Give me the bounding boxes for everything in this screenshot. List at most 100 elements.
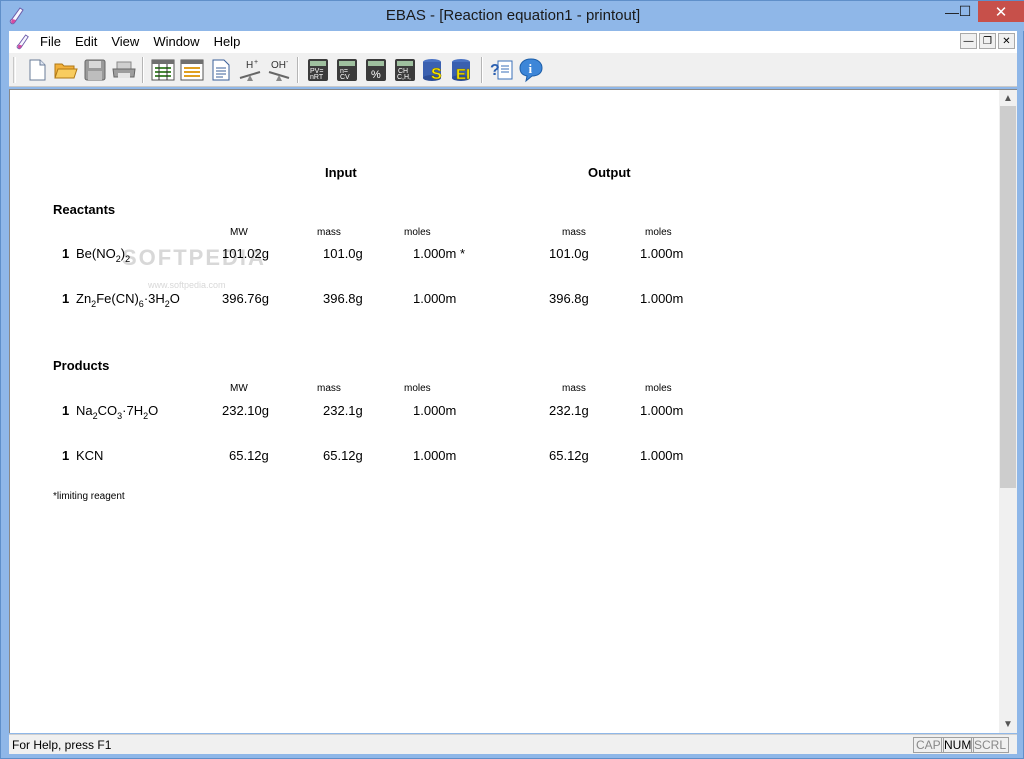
toolbar-separator: [481, 56, 483, 83]
svg-text:%: %: [371, 69, 381, 81]
mass-header: mass: [317, 383, 341, 394]
close-button[interactable]: ✕: [978, 1, 1024, 22]
menu-window[interactable]: Window: [146, 31, 206, 53]
svg-text:?: ?: [490, 62, 500, 79]
product-1-mw: 232.10g: [222, 403, 269, 418]
menu-file[interactable]: File: [33, 31, 68, 53]
output-mass-header: mass: [562, 383, 586, 394]
mass-header: mass: [317, 227, 341, 238]
mdi-restore-button[interactable]: ❐: [979, 33, 996, 49]
window-title: EBAS - [Reaction equation1 - printout]: [385, 7, 641, 24]
reactant-1-mw: 101.02g: [222, 246, 269, 261]
svg-text:C,H,: C,H,: [397, 74, 411, 81]
pv-nrt-icon[interactable]: PV= nRT: [303, 55, 332, 85]
mdi-close-button[interactable]: ✕: [998, 33, 1015, 49]
svg-text:OH: OH: [271, 60, 286, 71]
menu-bar: File Edit View Window Help — ❐ ✕: [9, 31, 1017, 53]
maximize-button[interactable]: ☐: [952, 1, 978, 22]
product-2-output-moles: 1.000m: [640, 448, 684, 463]
status-bar: For Help, press F1 CAP NUM SCRL: [9, 734, 1017, 754]
info-icon[interactable]: i: [516, 55, 545, 85]
product-2-moles: 1.000m: [413, 448, 457, 463]
reactant-1-output-moles: 1.000m: [640, 246, 684, 261]
toolbar-separator: [142, 56, 144, 83]
open-icon[interactable]: [51, 55, 80, 85]
output-mass-header: mass: [562, 227, 586, 238]
svg-text:nRT: nRT: [310, 74, 324, 81]
svg-text:EI: EI: [456, 66, 470, 83]
reactant-1-mass: 101.0g: [323, 246, 363, 261]
product-1-output-mass: 232.1g: [549, 403, 589, 418]
mdi-minimize-button[interactable]: —: [960, 33, 977, 49]
chn-icon[interactable]: CH C,H,: [390, 55, 419, 85]
products-section-title: Products: [53, 358, 110, 373]
reactant-2-output-mass: 396.8g: [549, 291, 589, 306]
caps-lock-indicator: CAP: [913, 737, 944, 753]
reactant-2-mw: 396.76g: [222, 291, 269, 306]
printout-view[interactable]: SOFTPEDIA www.softpedia.com Input Output…: [9, 89, 999, 733]
menu-help[interactable]: Help: [207, 31, 248, 53]
menu-edit[interactable]: Edit: [68, 31, 104, 53]
h-plus-balance-icon[interactable]: H +: [235, 55, 264, 85]
limiting-reagent-footnote: *limiting reagent: [53, 491, 125, 502]
toolbar: H + OH - PV= nRT n= CV % CH C,H, S EI ? i: [9, 53, 1017, 87]
svg-text:S: S: [431, 66, 442, 83]
svg-text:CV: CV: [340, 74, 350, 81]
document-system-menu-icon[interactable]: [13, 32, 33, 52]
scroll-thumb[interactable]: [1000, 106, 1016, 488]
product-2-output-mass: 65.12g: [549, 448, 589, 463]
reactant-2-mass: 396.8g: [323, 291, 363, 306]
product-1-moles: 1.000m: [413, 403, 457, 418]
product-2-mw: 65.12g: [229, 448, 269, 463]
product-2-formula: KCN: [76, 448, 104, 463]
svg-text:+: +: [254, 59, 258, 66]
list-icon[interactable]: [177, 55, 206, 85]
reactant-2-output-moles: 1.000m: [640, 291, 684, 306]
reactant-1-output-mass: 101.0g: [549, 246, 589, 261]
oh-minus-balance-icon[interactable]: OH -: [264, 55, 293, 85]
print-icon[interactable]: [109, 55, 138, 85]
output-column-header: Output: [588, 165, 631, 180]
new-icon[interactable]: [22, 55, 51, 85]
document-icon[interactable]: [206, 55, 235, 85]
product-2-coefficient: 1: [62, 448, 70, 463]
vertical-scrollbar[interactable]: ▲ ▼: [999, 89, 1017, 733]
reactant-2-coefficient: 1: [62, 291, 70, 306]
product-1-output-moles: 1.000m: [640, 403, 684, 418]
svg-text:i: i: [528, 61, 532, 76]
ei-database-icon[interactable]: EI: [448, 55, 477, 85]
input-column-header: Input: [325, 165, 357, 180]
svg-text:H: H: [246, 60, 253, 71]
save-icon[interactable]: [80, 55, 109, 85]
product-2-mass: 65.12g: [323, 448, 363, 463]
table-icon[interactable]: [148, 55, 177, 85]
moles-header: moles: [404, 383, 431, 394]
reactant-1-formula: Be(NO2)2: [76, 246, 131, 264]
percent-icon[interactable]: %: [361, 55, 390, 85]
moles-header: moles: [404, 227, 431, 238]
menu-view[interactable]: View: [104, 31, 146, 53]
scroll-down-arrow-icon[interactable]: ▼: [999, 716, 1017, 732]
toolbar-grip[interactable]: [13, 56, 16, 83]
reactants-section-title: Reactants: [53, 202, 116, 217]
help-context-icon[interactable]: ?: [487, 55, 516, 85]
app-window: EBAS - [Reaction equation1 - printout] —…: [0, 0, 1024, 759]
status-help-text: For Help, press F1: [12, 738, 112, 752]
mw-header: MW: [230, 383, 248, 394]
title-bar[interactable]: EBAS - [Reaction equation1 - printout] —…: [1, 1, 1024, 31]
scroll-lock-indicator: SCRL: [971, 737, 1010, 753]
toolbar-separator: [297, 56, 299, 83]
watermark-url: www.softpedia.com: [148, 280, 226, 290]
product-1-formula: Na2CO3·7H2O: [76, 403, 159, 421]
product-1-mass: 232.1g: [323, 403, 363, 418]
scroll-up-arrow-icon[interactable]: ▲: [999, 90, 1017, 106]
mw-header: MW: [230, 227, 248, 238]
svg-text:-: -: [286, 59, 289, 66]
reactant-1-coefficient: 1: [62, 246, 70, 261]
s-database-icon[interactable]: S: [419, 55, 448, 85]
num-lock-indicator: NUM: [941, 737, 975, 753]
m-cv-icon[interactable]: n= CV: [332, 55, 361, 85]
mdi-controls: — ❐ ✕: [960, 33, 1015, 49]
output-moles-header: moles: [645, 227, 672, 238]
reactant-2-formula: Zn2Fe(CN)6·3H2O: [76, 291, 180, 309]
